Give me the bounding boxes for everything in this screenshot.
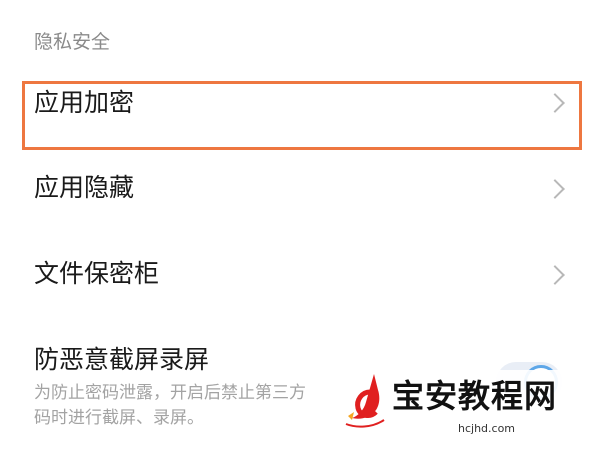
settings-item-description-line2: 码时进行截屏、录屏。 (34, 408, 204, 428)
watermark-url: hcjhd.com (458, 422, 516, 435)
settings-item-app-hide[interactable]: 应用隐藏 (0, 160, 600, 240)
settings-item-label: 应用隐藏 (34, 173, 135, 202)
chevron-right-icon (545, 265, 565, 285)
settings-item-label: 防恶意截屏录屏 (34, 345, 210, 374)
settings-item-label: 文件保密柜 (34, 259, 160, 288)
watermark-title: 宝安教程网 (392, 377, 558, 415)
section-title: 隐私安全 (34, 31, 111, 53)
settings-item-description-line1: 为防止密码泄露，开启后禁止第三方 (34, 383, 306, 403)
settings-item-file-safe[interactable]: 文件保密柜 (0, 246, 600, 326)
highlight-annotation-box (22, 81, 582, 150)
watermark-logo-icon (345, 374, 385, 428)
watermark: 宝安教程网 hcjhd.com (340, 370, 590, 444)
chevron-right-icon (545, 179, 565, 199)
